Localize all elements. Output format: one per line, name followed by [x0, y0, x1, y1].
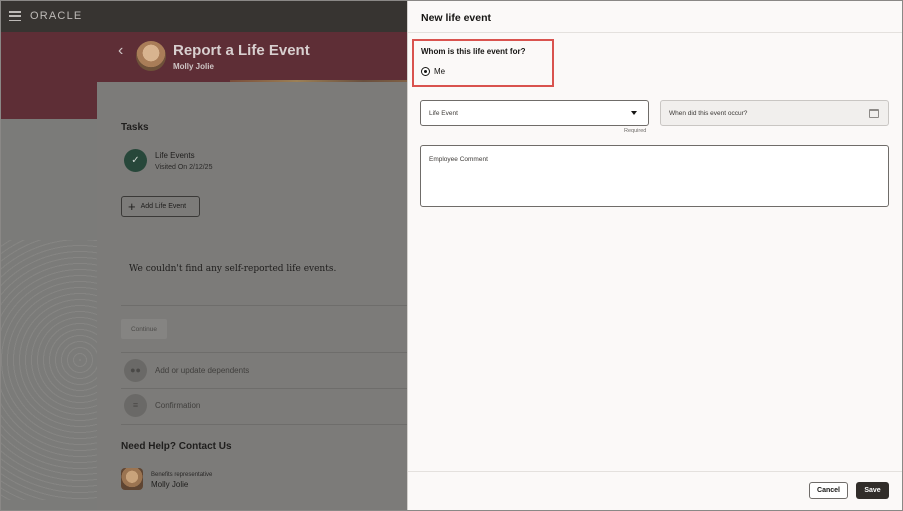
- oracle-logo[interactable]: ORACLE: [30, 10, 82, 22]
- dependents-icon: ●●: [124, 359, 147, 382]
- calendar-icon[interactable]: [869, 109, 879, 118]
- tasks-heading: Tasks: [121, 122, 149, 133]
- help-heading: Need Help? Contact Us: [121, 441, 232, 452]
- event-date-field[interactable]: When did this event occur?: [660, 100, 889, 126]
- divider: [121, 305, 421, 306]
- life-event-select[interactable]: Life Event: [420, 100, 649, 126]
- new-life-event-drawer: New life event Whom is this life event f…: [407, 0, 903, 511]
- save-button[interactable]: Save: [856, 482, 889, 499]
- menu-icon[interactable]: [9, 11, 21, 21]
- employee-comment-placeholder: Employee Comment: [429, 156, 488, 163]
- empty-state-message: We couldn't find any self-reported life …: [129, 264, 337, 274]
- drawer-title: New life event: [421, 12, 492, 24]
- divider: [408, 471, 903, 472]
- confirmation-icon: ≡: [124, 394, 147, 417]
- step-dependents-label: Add or update dependents: [155, 366, 250, 375]
- background-pattern: [0, 240, 100, 500]
- task-life-events-label[interactable]: Life Events: [155, 151, 195, 160]
- event-date-placeholder: When did this event occur?: [669, 110, 748, 117]
- add-life-event-button[interactable]: + Add Life Event: [121, 196, 200, 217]
- divider: [408, 32, 903, 33]
- task-life-events-status: Visited On 2/12/25: [155, 164, 213, 171]
- rep-role: Benefits representative: [151, 472, 213, 478]
- employee-comment-field[interactable]: Employee Comment: [420, 145, 889, 207]
- divider: [121, 352, 421, 353]
- step-confirmation-label: Confirmation: [155, 401, 201, 410]
- check-icon: ✓: [124, 149, 147, 172]
- page-subtitle: Molly Jolie: [173, 62, 214, 71]
- caret-down-icon: [631, 111, 637, 115]
- life-event-placeholder: Life Event: [429, 110, 458, 117]
- rep-name[interactable]: Molly Jolie: [151, 480, 188, 489]
- chevron-left-icon[interactable]: ‹: [118, 42, 123, 60]
- page-title: Report a Life Event: [173, 42, 310, 59]
- continue-button[interactable]: Continue: [121, 319, 167, 339]
- avatar: [136, 41, 166, 71]
- radio-me-label[interactable]: Me: [434, 67, 445, 76]
- divider: [121, 424, 421, 425]
- whom-question-label: Whom is this life event for?: [421, 47, 526, 56]
- cancel-button[interactable]: Cancel: [809, 482, 848, 499]
- plus-icon: +: [128, 199, 136, 214]
- radio-me[interactable]: [421, 67, 430, 76]
- divider: [121, 388, 421, 389]
- avatar: [121, 468, 143, 490]
- required-label: Required: [624, 128, 647, 134]
- add-life-event-label: Add Life Event: [140, 203, 187, 210]
